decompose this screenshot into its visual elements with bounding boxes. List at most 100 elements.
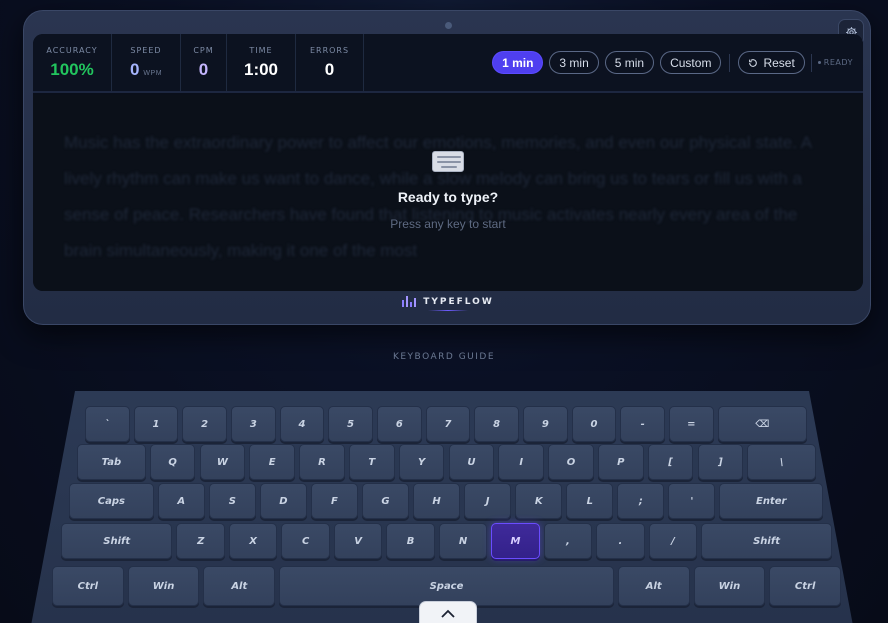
key-8[interactable]: 8 bbox=[474, 406, 519, 442]
key-label: 0 bbox=[590, 418, 598, 430]
key-7[interactable]: 7 bbox=[425, 406, 471, 442]
key-r[interactable]: R bbox=[299, 444, 345, 480]
key-sym3-10[interactable]: / bbox=[648, 523, 698, 559]
key-f[interactable]: F bbox=[310, 483, 358, 519]
key-tab[interactable]: Tab bbox=[77, 444, 146, 480]
key-label: B bbox=[406, 535, 415, 547]
duration-custom-button[interactable]: Custom bbox=[660, 51, 722, 74]
key-label: R bbox=[318, 456, 326, 468]
reset-icon bbox=[749, 58, 758, 67]
test-controls: 1 min 3 min 5 min Custom Reset READY bbox=[492, 51, 853, 74]
key-ctrl[interactable]: Ctrl bbox=[769, 566, 841, 606]
key-g[interactable]: G bbox=[361, 483, 410, 519]
key-alt[interactable]: Alt bbox=[617, 566, 690, 606]
key-sym0-12[interactable]: = bbox=[669, 406, 714, 442]
key-label: T bbox=[368, 456, 376, 468]
key-shift[interactable]: Shift bbox=[701, 523, 832, 559]
key-w[interactable]: W bbox=[199, 444, 246, 480]
stat-value: 0 bbox=[324, 59, 335, 79]
key-sym2-11[interactable]: ' bbox=[668, 483, 716, 519]
key-shift[interactable]: Shift bbox=[61, 523, 173, 559]
key-3[interactable]: 3 bbox=[231, 406, 276, 442]
key-e[interactable]: E bbox=[249, 444, 296, 480]
stat-label: CPM bbox=[193, 45, 214, 55]
ready-subtitle: Press any key to start bbox=[390, 217, 506, 231]
key-l[interactable]: L bbox=[566, 483, 614, 519]
stat-accuracy: ACCURACY 100% bbox=[33, 34, 112, 91]
key-2[interactable]: 2 bbox=[182, 406, 227, 442]
key-b[interactable]: B bbox=[386, 523, 435, 559]
key-d[interactable]: D bbox=[259, 483, 307, 519]
key-q[interactable]: Q bbox=[149, 444, 196, 480]
key-sym0-13[interactable]: ⌫ bbox=[717, 406, 807, 442]
key-c[interactable]: C bbox=[281, 523, 330, 559]
key-5[interactable]: 5 bbox=[328, 406, 373, 442]
duration-3min-button[interactable]: 3 min bbox=[549, 51, 599, 74]
key-win[interactable]: Win bbox=[693, 566, 766, 606]
key-i[interactable]: I bbox=[498, 444, 545, 480]
key-h[interactable]: H bbox=[413, 483, 461, 519]
key-p[interactable]: P bbox=[597, 444, 644, 480]
key-m[interactable]: M bbox=[491, 523, 540, 559]
key-space[interactable]: Space bbox=[279, 566, 614, 606]
bars-chart-icon bbox=[402, 296, 417, 307]
stats-bar: ACCURACY 100% SPEED 0 WPM CPM 0 TIME 1:00… bbox=[33, 34, 863, 93]
key-y[interactable]: Y bbox=[398, 444, 445, 480]
key-u[interactable]: U bbox=[448, 444, 495, 480]
collapse-keyboard-button[interactable] bbox=[419, 601, 477, 623]
key-k[interactable]: K bbox=[515, 483, 563, 519]
key-x[interactable]: X bbox=[228, 523, 278, 559]
stat-label: ACCURACY bbox=[46, 45, 98, 55]
key-sym0-11[interactable]: - bbox=[620, 406, 665, 442]
stat-cpm: CPM 0 bbox=[181, 34, 227, 91]
key-sym1-12[interactable]: ] bbox=[697, 444, 744, 480]
key-sym0-0[interactable]: ` bbox=[85, 406, 130, 442]
key-o[interactable]: O bbox=[548, 444, 594, 480]
key-sym3-9[interactable]: . bbox=[596, 523, 645, 559]
key-label: ⌫ bbox=[755, 418, 770, 430]
stat-value: 1:00 bbox=[243, 59, 279, 79]
key-sym1-11[interactable]: [ bbox=[647, 444, 694, 480]
typing-area[interactable]: Music has the extraordinary power to aff… bbox=[33, 95, 863, 291]
key-label: Y bbox=[417, 456, 426, 468]
stat-label: SPEED bbox=[130, 45, 162, 55]
key-sym1-13[interactable]: \ bbox=[747, 444, 816, 480]
key-9[interactable]: 9 bbox=[523, 406, 568, 442]
key-label: L bbox=[586, 495, 593, 507]
key-win[interactable]: Win bbox=[127, 566, 200, 606]
key-a[interactable]: A bbox=[157, 483, 205, 519]
key-alt[interactable]: Alt bbox=[203, 566, 276, 606]
key-t[interactable]: T bbox=[348, 444, 395, 480]
key-ctrl[interactable]: Ctrl bbox=[52, 566, 124, 606]
key-label: K bbox=[534, 495, 543, 507]
key-sym3-8[interactable]: , bbox=[543, 523, 593, 559]
key-label: M bbox=[510, 535, 521, 547]
key-label: U bbox=[467, 456, 476, 468]
key-j[interactable]: J bbox=[464, 483, 512, 519]
key-label: Tab bbox=[101, 456, 122, 468]
stat-label: TIME bbox=[249, 45, 273, 55]
key-sym2-10[interactable]: ; bbox=[617, 483, 665, 519]
key-6[interactable]: 6 bbox=[377, 406, 422, 442]
reset-button[interactable]: Reset bbox=[738, 51, 805, 74]
speed-unit: WPM bbox=[143, 69, 163, 77]
divider bbox=[810, 53, 812, 72]
key-v[interactable]: V bbox=[333, 523, 383, 559]
status-indicator: READY bbox=[817, 58, 853, 67]
key-0[interactable]: 0 bbox=[571, 406, 617, 442]
key-label: ] bbox=[718, 456, 723, 468]
duration-5min-button[interactable]: 5 min bbox=[604, 51, 655, 74]
key-enter[interactable]: Enter bbox=[719, 483, 823, 519]
key-1[interactable]: 1 bbox=[133, 406, 179, 442]
key-label: 3 bbox=[249, 418, 257, 430]
duration-1min-button[interactable]: 1 min bbox=[492, 51, 544, 74]
key-label: Ctrl bbox=[77, 580, 99, 592]
key-s[interactable]: S bbox=[208, 483, 256, 519]
speed-value: 0 bbox=[129, 59, 140, 79]
key-n[interactable]: N bbox=[438, 523, 488, 559]
stat-label: ERRORS bbox=[309, 45, 350, 55]
key-caps[interactable]: Caps bbox=[69, 483, 154, 519]
key-label: [ bbox=[668, 456, 673, 468]
key-4[interactable]: 4 bbox=[279, 406, 325, 442]
key-z[interactable]: Z bbox=[176, 523, 225, 559]
